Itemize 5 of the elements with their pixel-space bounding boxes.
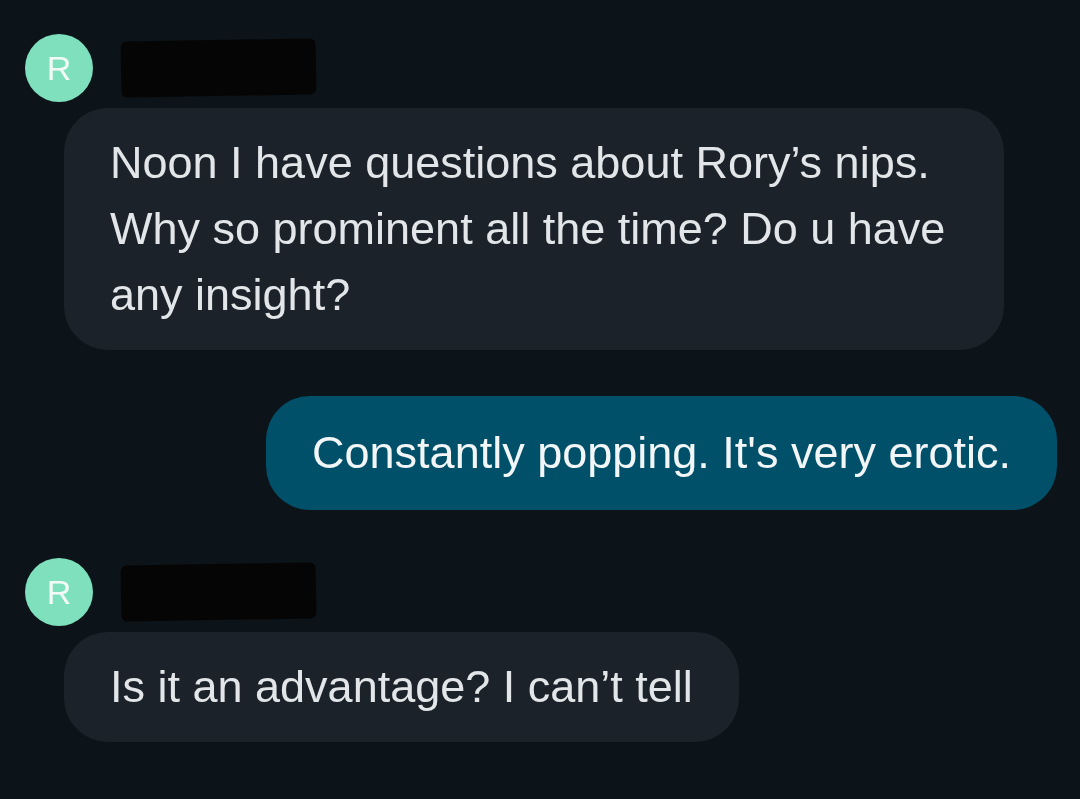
message-bubble: Noon I have questions about Rory’s nips. Why so prominent all the time? Do u have any insight?: [64, 108, 1004, 350]
avatar: R: [25, 34, 93, 102]
message-bubble: Constantly popping. It's very erotic.: [266, 396, 1057, 510]
avatar: R: [25, 558, 93, 626]
message-bubble: Is it an advantage? I can’t tell: [64, 632, 739, 742]
